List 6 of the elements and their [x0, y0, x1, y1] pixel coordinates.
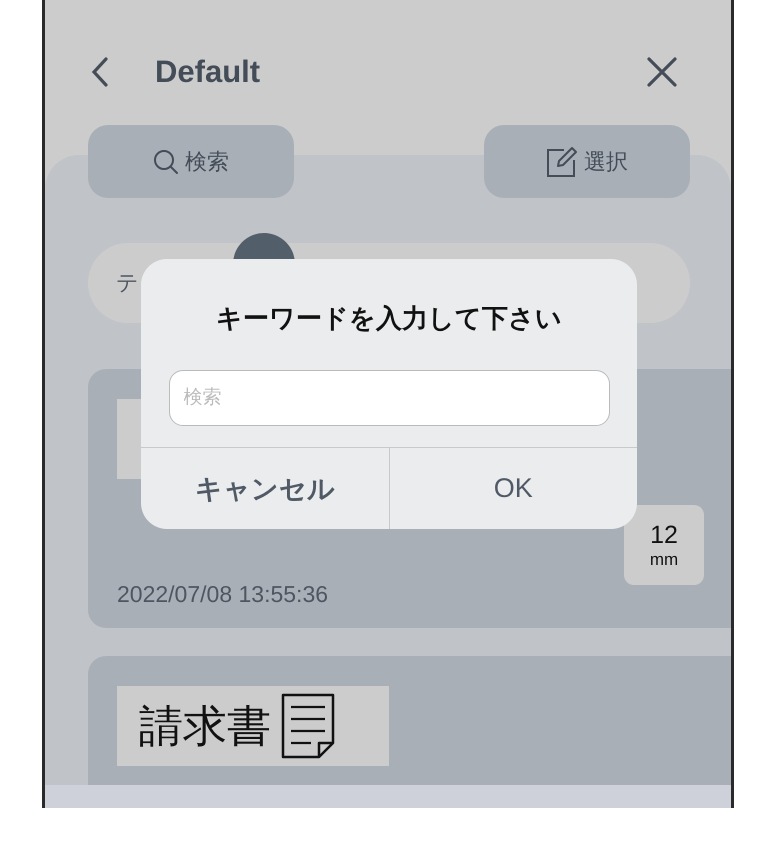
label-preview-text: 請求書 [139, 700, 271, 752]
screen-title: Default [155, 56, 260, 88]
label-date: 2022/07/08 13:55:36 [117, 581, 328, 608]
dialog-title: キーワードを入力して下さい [216, 302, 562, 335]
filter-label: テ [116, 269, 139, 297]
tape-size-badge: 12 mm [624, 505, 704, 585]
